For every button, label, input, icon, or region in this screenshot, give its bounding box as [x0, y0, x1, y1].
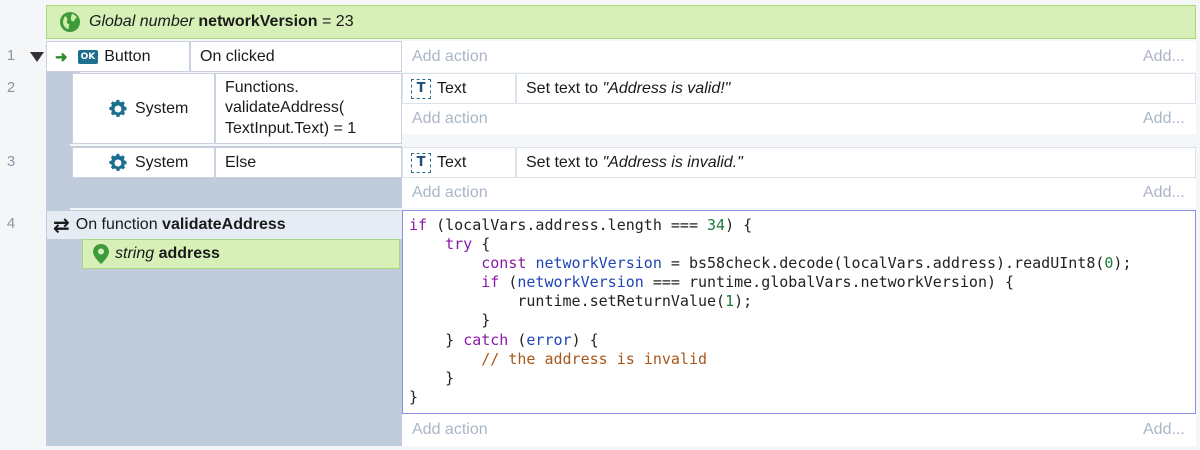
code-line: } catch (error) { — [409, 330, 599, 349]
event3-condition[interactable]: Else — [215, 147, 402, 178]
collapse-triangle-icon[interactable] — [29, 50, 45, 62]
event1-trigger-arrow-cell[interactable]: ➜ OK Button — [46, 41, 190, 72]
event2-add-action-area — [402, 104, 1196, 134]
event4-add-action[interactable]: Add action — [412, 421, 488, 439]
code-line: try { — [445, 235, 491, 254]
text-object-icon: T — [411, 152, 431, 173]
event2-condition-object[interactable]: System — [72, 73, 215, 144]
code-line: } — [409, 368, 455, 387]
function-loop-icon: ⇄ — [53, 213, 70, 237]
global-variable-value: = 23 — [322, 13, 354, 30]
event1-add-action[interactable]: Add action — [412, 48, 488, 66]
line-number-2: 2 — [6, 79, 16, 96]
parameter-name: address — [158, 245, 220, 262]
event1-action-area — [402, 41, 1196, 72]
event3-add-action-area — [402, 178, 1196, 208]
event2-condition-line1: Functions. — [225, 78, 299, 96]
event4-add-more[interactable]: Add... — [1143, 421, 1185, 439]
map-pin-icon — [93, 244, 109, 264]
line-number-3: 3 — [6, 153, 16, 170]
global-variable-row[interactable]: Global number networkVersion = 23 — [46, 5, 1196, 39]
code-line: if (localVars.address.length === 34) { — [409, 216, 753, 234]
event2-condition-line3: TextInput.Text) = 1 — [225, 119, 357, 137]
text-object-icon: T — [411, 78, 431, 99]
event1-object-name: Button — [104, 47, 151, 65]
event2-action-object[interactable]: T Text — [402, 73, 516, 104]
code-line: // the address is invalid — [481, 349, 708, 368]
event2-object-name: System — [135, 99, 189, 117]
event3-action[interactable]: Set text to "Address is invalid." — [516, 147, 1196, 178]
event3-action-object[interactable]: T Text — [402, 147, 516, 178]
event3-add-action[interactable]: Add action — [412, 184, 488, 202]
gear-icon — [109, 153, 127, 171]
code-line: const networkVersion = bs58check.decode(… — [481, 254, 1132, 273]
script-code-block[interactable]: if (localVars.address.length === 34) { t… — [402, 210, 1196, 414]
line-number-1: 1 — [6, 47, 16, 64]
line-number-4: 4 — [6, 215, 16, 232]
globe-icon — [59, 11, 81, 33]
global-variable-name: networkVersion — [198, 13, 318, 30]
event2-add-action[interactable]: Add action — [412, 110, 488, 128]
event2-add-more[interactable]: Add... — [1143, 110, 1185, 128]
event2-action[interactable]: Set text to "Address is valid!" — [516, 73, 1196, 104]
button-object-icon: OK — [77, 49, 99, 64]
code-line: } — [409, 387, 419, 406]
code-line: if (networkVersion === runtime.globalVar… — [481, 273, 1015, 292]
event1-add-more[interactable]: Add... — [1143, 48, 1185, 66]
event3-object-name: System — [135, 153, 189, 171]
event2-condition[interactable]: Functions. validateAddress( TextInput.Te… — [215, 73, 402, 144]
event3-condition-object[interactable]: System — [72, 147, 215, 178]
gear-icon — [109, 99, 127, 117]
event4-header[interactable]: ⇄ On function validateAddress — [47, 211, 402, 239]
event4-title-prefix: On function — [75, 216, 163, 233]
event3-action-object-name: Text — [437, 153, 467, 171]
event2-action-object-name: Text — [437, 79, 467, 97]
event4-add-action-area — [402, 414, 1196, 446]
event1-condition[interactable]: On clicked — [190, 41, 402, 72]
event2-condition-line2: validateAddress( — [225, 99, 345, 117]
code-line: } — [409, 311, 491, 330]
parameter-type: string — [115, 245, 155, 262]
code-line: runtime.setReturnValue(1); — [409, 292, 753, 311]
global-variable-prefix: Global number — [89, 13, 194, 30]
trigger-arrow-icon: ➜ — [55, 48, 68, 66]
event4-function-name: validateAddress — [162, 216, 286, 233]
event4-parameter[interactable]: string address — [82, 239, 400, 269]
event3-add-more[interactable]: Add... — [1143, 184, 1185, 202]
